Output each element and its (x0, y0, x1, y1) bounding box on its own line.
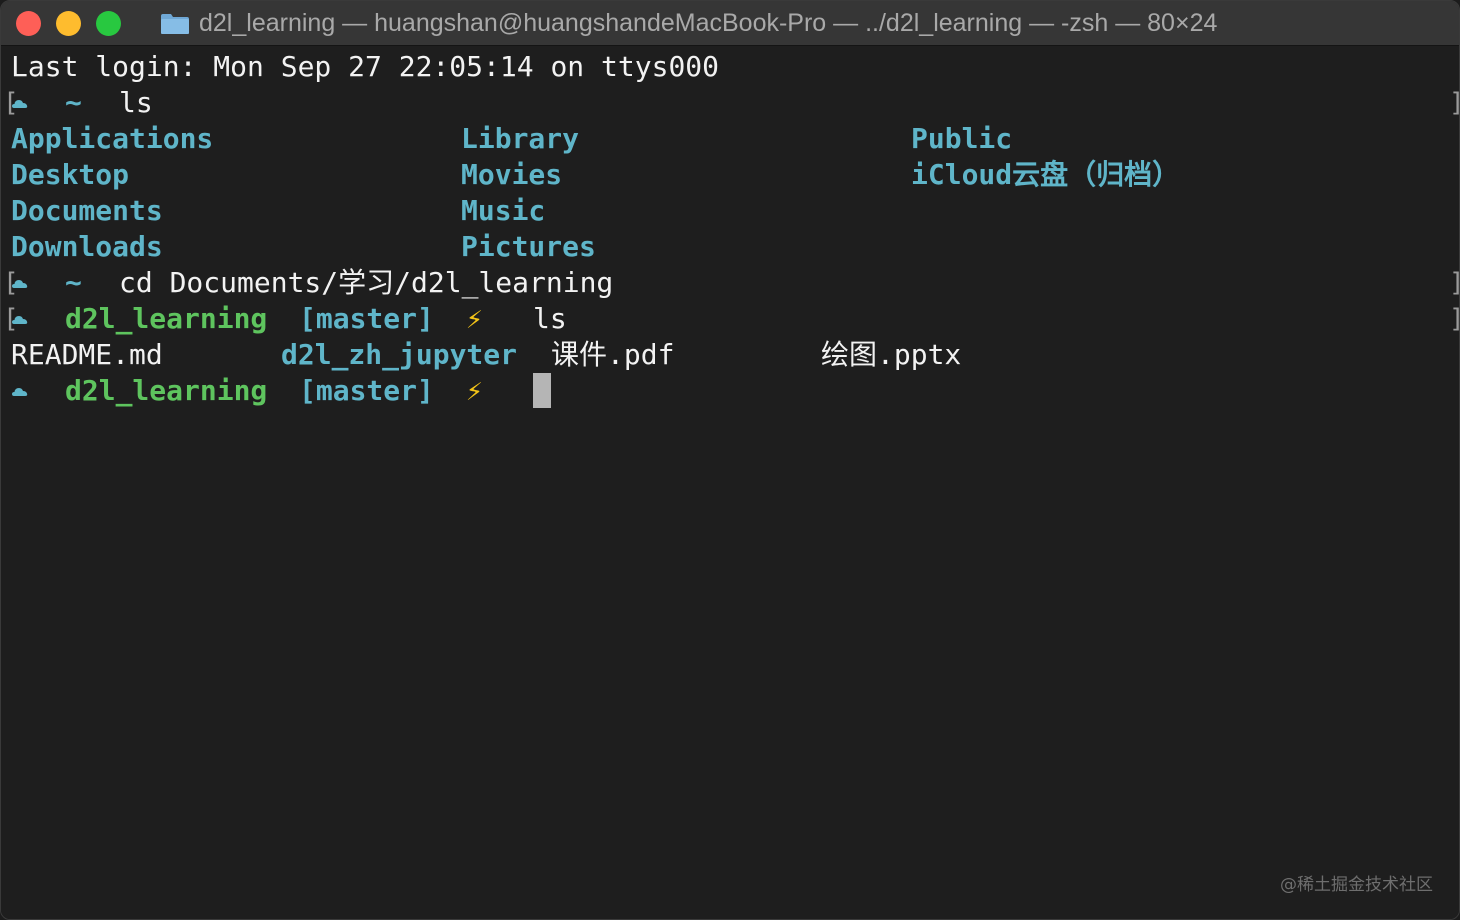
directory-entry: d2l_zh_jupyter (281, 338, 518, 371)
watermark: @稀土掘金技术社区 (1280, 875, 1433, 895)
ls-output-row: Downloads Pictures (1, 229, 1459, 265)
terminal-content[interactable]: Last login: Mon Sep 27 22:05:14 on ttys0… (1, 46, 1459, 919)
cloud-icon (12, 100, 28, 108)
directory-entry: Applications (11, 122, 214, 155)
prompt-command: cd Documents/学习/d2l_learning (119, 266, 614, 299)
ls-output-row: Desktop Movies iCloud云盘（归档） (1, 157, 1459, 193)
directory-entry: Library (461, 122, 580, 155)
cloud-icon (12, 280, 28, 288)
prompt-bracket-close: ] (1449, 265, 1459, 301)
file-entry: 课件.pdf (551, 338, 675, 371)
terminal-window: d2l_learning — huangshan@huangshandeMacB… (0, 0, 1460, 920)
prompt-command: ls (533, 302, 567, 335)
text-cursor[interactable] (533, 373, 551, 408)
prompt-dir: d2l_learning (65, 374, 268, 407)
directory-entry: iCloud云盘（归档） (911, 158, 1181, 191)
close-icon[interactable] (16, 11, 41, 36)
title-bar[interactable]: d2l_learning — huangshan@huangshandeMacB… (1, 1, 1459, 46)
prompt-bracket-close: ] (1449, 301, 1459, 337)
bolt-icon: ⚡ (466, 374, 483, 407)
prompt-command: ls (119, 86, 153, 119)
git-branch: [master] (299, 374, 434, 407)
directory-entry: Downloads (11, 230, 163, 263)
ls-output-row: Documents Music (1, 193, 1459, 229)
prompt-dir: ~ (65, 266, 82, 299)
last-login-text: Last login: Mon Sep 27 22:05:14 on ttys0… (11, 50, 720, 83)
prompt-line: [ ~ cd Documents/学习/d2l_learning ] (1, 265, 1459, 301)
last-login-line: Last login: Mon Sep 27 22:05:14 on ttys0… (1, 49, 1459, 85)
prompt-dir: d2l_learning (65, 302, 268, 335)
bolt-icon: ⚡ (466, 302, 483, 335)
directory-entry: Pictures (461, 230, 596, 263)
cloud-icon (12, 316, 28, 324)
directory-entry: Music (461, 194, 546, 227)
directory-entry: Movies (461, 158, 563, 191)
minimize-icon[interactable] (56, 11, 81, 36)
ls-output-row: Applications Library Public (1, 121, 1459, 157)
zoom-icon[interactable] (96, 11, 121, 36)
current-prompt-line[interactable]: d2l_learning [master] ⚡ (1, 373, 1459, 409)
window-title: d2l_learning — huangshan@huangshandeMacB… (199, 9, 1218, 37)
directory-entry: Desktop (11, 158, 130, 191)
git-branch: [master] (299, 302, 434, 335)
ls-output-row: README.md d2l_zh_jupyter 课件.pdf 绘图.pptx (1, 337, 1459, 373)
file-entry: README.md (11, 338, 163, 371)
prompt-dir: ~ (65, 86, 82, 119)
cloud-icon (12, 388, 28, 396)
folder-icon (161, 14, 189, 34)
prompt-line: [ ~ ls ] (1, 85, 1459, 121)
prompt-line: [ d2l_learning [master] ⚡ ls ] (1, 301, 1459, 337)
prompt-bracket-close: ] (1449, 85, 1459, 121)
directory-entry: Public (911, 122, 1013, 155)
directory-entry: Documents (11, 194, 163, 227)
file-entry: 绘图.pptx (821, 338, 962, 371)
